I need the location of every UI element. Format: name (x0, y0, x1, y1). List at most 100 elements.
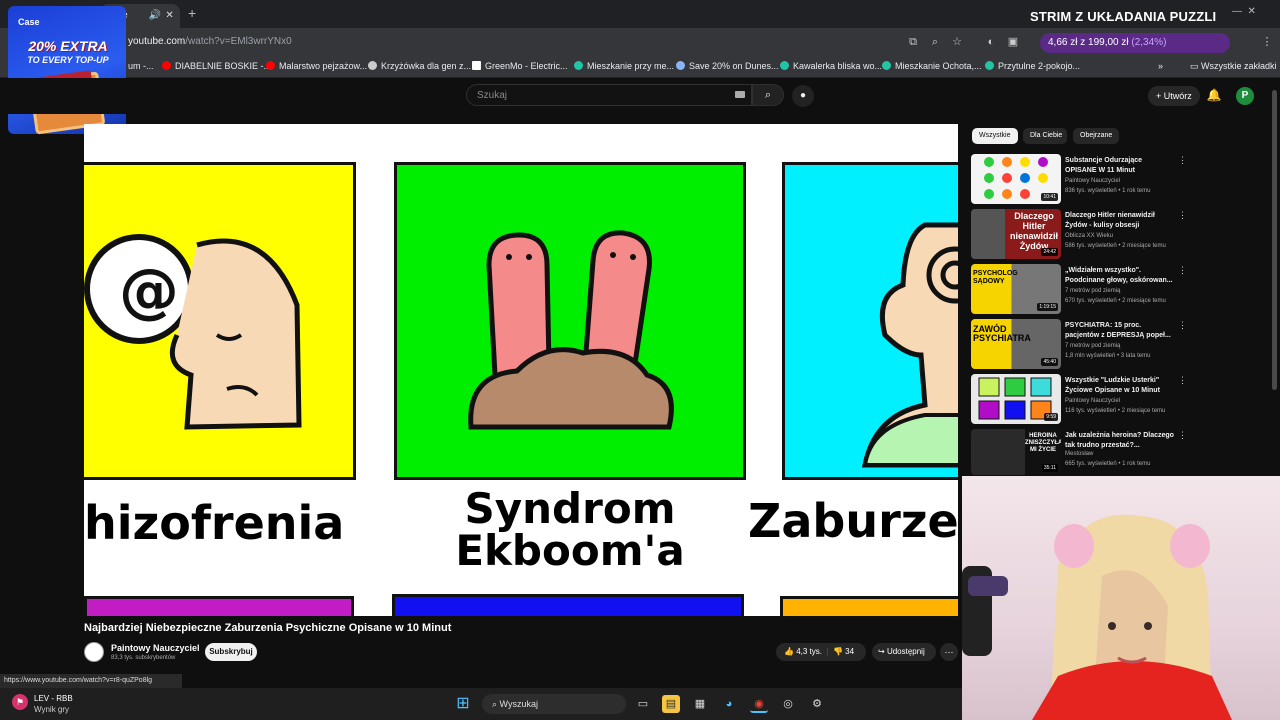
edge-icon[interactable]: ◕ (720, 695, 738, 713)
channel-name[interactable]: Paintowy Nauczyciel (111, 643, 201, 653)
kebab-icon[interactable]: ⋮ (1178, 155, 1187, 166)
subscribe-button[interactable]: Subskrybuj (205, 643, 257, 661)
settings-gear-icon[interactable]: ⚙ (808, 695, 826, 713)
microphone-icon[interactable]: ● (792, 85, 814, 107)
bookmark-item[interactable]: Kawalerka bliska wo... (780, 61, 882, 73)
close-icon[interactable]: ✕ (164, 10, 176, 21)
crypto-widget[interactable]: 4,66 zł z 199,00 zł (2,34%) (1040, 33, 1230, 53)
card-label-3: Zaburze (748, 494, 958, 548)
bookmark-item[interactable]: Krzyżówka dla gen z... (368, 61, 471, 73)
recommended-channel[interactable]: Mestosław (1065, 451, 1175, 457)
avatar[interactable]: P (1236, 87, 1254, 105)
thumbnail-text: HEROINA ZNISZCZYŁA MI ŻYCIE (1025, 433, 1061, 453)
thumbs-up-icon[interactable]: 👍 (784, 647, 796, 656)
recommended-title[interactable]: PSYCHIATRA: 15 proc. pacjentów z DEPRESJ… (1065, 321, 1175, 341)
recommended-channel[interactable]: Oblicza XX Wieku (1065, 233, 1175, 239)
thumbs-down-icon[interactable]: 👎 (833, 647, 845, 656)
bookmark-item[interactable]: Save 20% on Dunes... (676, 61, 779, 73)
video-duration: 1:19:15 (1037, 303, 1058, 311)
recommended-title[interactable]: Dlaczego Hitler nienawidził Żydów - kuli… (1065, 211, 1175, 231)
recommended-channel[interactable]: 7 metrów pod ziemią (1065, 343, 1175, 349)
store-icon[interactable]: ▦ (691, 695, 709, 713)
chevron-right-icon[interactable]: » (1158, 61, 1168, 73)
search-icon: ⌕ (492, 699, 500, 709)
weather-icon[interactable]: ⚑ (12, 694, 28, 710)
cast-icon[interactable]: ⧉ (906, 35, 920, 49)
svg-text:@: @ (119, 256, 179, 326)
chip-watched[interactable]: Obejrzane (1073, 128, 1119, 144)
bookmark-item[interactable]: Przytulne 2-pokojo... (985, 61, 1080, 73)
extension-icon[interactable]: ◐ (984, 35, 998, 49)
recommended-title[interactable]: „Widziałem wszystko". Poodcinane głowy, … (1065, 266, 1175, 286)
recommended-thumbnail[interactable]: 9:59 (971, 374, 1061, 424)
video-card-purple (84, 596, 354, 616)
speaker-icon[interactable]: 🔊 (149, 10, 161, 21)
taskbar-search[interactable]: ⌕ Wyszukaj (482, 694, 626, 714)
head-icon: @ (84, 234, 302, 430)
site-icon (472, 61, 481, 70)
recommended-thumbnail[interactable]: 10:41 (971, 154, 1061, 204)
kebab-icon[interactable]: ⋮ (1178, 430, 1187, 441)
card-label-1: hizofrenia (84, 496, 345, 550)
bell-icon[interactable]: 🔔 (1206, 88, 1222, 102)
ad-brand: Case (18, 17, 40, 27)
chip-all[interactable]: Wszystkie (972, 128, 1018, 144)
create-button[interactable]: + Utwórz (1148, 86, 1200, 106)
recommended-channel[interactable]: Paintowy Nauczyciel (1065, 178, 1175, 184)
chip-for-you[interactable]: Dla Ciebie (1023, 128, 1067, 144)
crypto-percent: (2,34%) (1131, 37, 1167, 48)
like-dislike-group[interactable]: 👍 4,3 tys. | 👎 34 (776, 643, 866, 661)
bookmark-item[interactable]: GreenMo - Electric... (472, 61, 568, 73)
recommended-thumbnail[interactable]: HEROINA ZNISZCZYŁA MI ŻYCIE 35:11 (971, 429, 1061, 475)
youtube-icon (162, 61, 171, 70)
task-view-icon[interactable]: ▭ (634, 695, 652, 713)
recommended-title[interactable]: Jak uzależnia heroina? Dlaczego tak trud… (1065, 431, 1175, 451)
address-bar[interactable]: youtube.com/watch?v=EMl3wrrYNx0 (128, 36, 328, 47)
kebab-icon[interactable]: ⋮ (1178, 375, 1187, 386)
bookmark-item[interactable]: Mieszkanie przy me... (574, 61, 674, 73)
bookmark-item[interactable]: Malarstwo pejzażow... (266, 61, 367, 73)
extension-icon[interactable]: ▣ (1006, 35, 1020, 49)
zoom-icon[interactable]: ⌕ (928, 35, 942, 49)
video-card-blue (392, 594, 744, 616)
video-player[interactable]: @ hizofrenia Syndrom Ekboom'a Zaburze (84, 124, 958, 616)
thumbnail-text: ZAWÓD PSYCHIATRA (973, 324, 1031, 343)
new-tab-button[interactable]: + (188, 5, 202, 21)
stream-title-overlay: STRIM Z UKŁADANIA PUZZLI (1030, 9, 1217, 24)
bookmark-item[interactable]: DIABELNIE BOSKIE -... (162, 61, 271, 73)
recommended-channel[interactable]: 7 metrów pod ziemią (1065, 288, 1175, 294)
star-icon[interactable]: ☆ (950, 35, 964, 49)
card-label-2: Syndrom Ekboom'a (455, 484, 685, 575)
share-button[interactable]: ↪ Udostępnij (872, 643, 936, 661)
recommended-thumbnail[interactable]: PSYCHOLOG SĄDOWY 1:19:15 (971, 264, 1061, 314)
bookmark-item[interactable]: Mieszkanie Ochota,... (882, 61, 982, 73)
menu-kebab-icon[interactable]: ⋮ (1260, 35, 1274, 49)
widget-label[interactable]: LEV - RBB (34, 694, 94, 703)
window-controls[interactable]: — ✕ (1232, 6, 1272, 17)
more-actions-icon[interactable]: ⋯ (940, 643, 958, 661)
bookmark-item[interactable]: um -... (128, 61, 158, 73)
kebab-icon[interactable]: ⋮ (1178, 210, 1187, 221)
search-input[interactable]: Szukaj (466, 84, 752, 106)
keyboard-icon[interactable] (735, 91, 745, 98)
scrollbar[interactable] (1272, 90, 1277, 390)
search-button[interactable]: ⌕ (752, 84, 784, 106)
recommended-thumbnail[interactable]: ZAWÓD PSYCHIATRA 45:40 (971, 319, 1061, 369)
ad-subline: TO EVERY TOP-UP (27, 55, 109, 65)
recommended-thumbnail[interactable]: Dlaczego Hitler nienawidził Żydów 24:42 (971, 209, 1061, 259)
recommended-meta: 1,8 mln wyświetleń • 3 lata temu (1065, 353, 1151, 359)
all-bookmarks[interactable]: ▭ Wszystkie zakładki (1190, 61, 1277, 73)
file-explorer-icon[interactable]: ▤ (662, 695, 680, 713)
worms-icon (468, 230, 674, 430)
chrome-icon[interactable]: ◉ (750, 695, 768, 713)
recommended-title[interactable]: Substancje Odurzające OPISANE W 11 Minut (1065, 156, 1175, 176)
kebab-icon[interactable]: ⋮ (1178, 320, 1187, 331)
recommended-channel[interactable]: Paintowy Nauczyciel (1065, 398, 1175, 404)
windows-start-icon[interactable]: ⊞ (454, 695, 472, 713)
obs-icon[interactable]: ◎ (779, 695, 797, 713)
recommended-meta: 836 tys. wyświetleń • 1 rok temu (1065, 188, 1151, 194)
webcam-overlay (962, 476, 1280, 720)
recommended-title[interactable]: Wszystkie "Ludzkie Usterki" Życiowe Opis… (1065, 376, 1175, 396)
kebab-icon[interactable]: ⋮ (1178, 265, 1187, 276)
channel-avatar[interactable] (84, 642, 104, 662)
